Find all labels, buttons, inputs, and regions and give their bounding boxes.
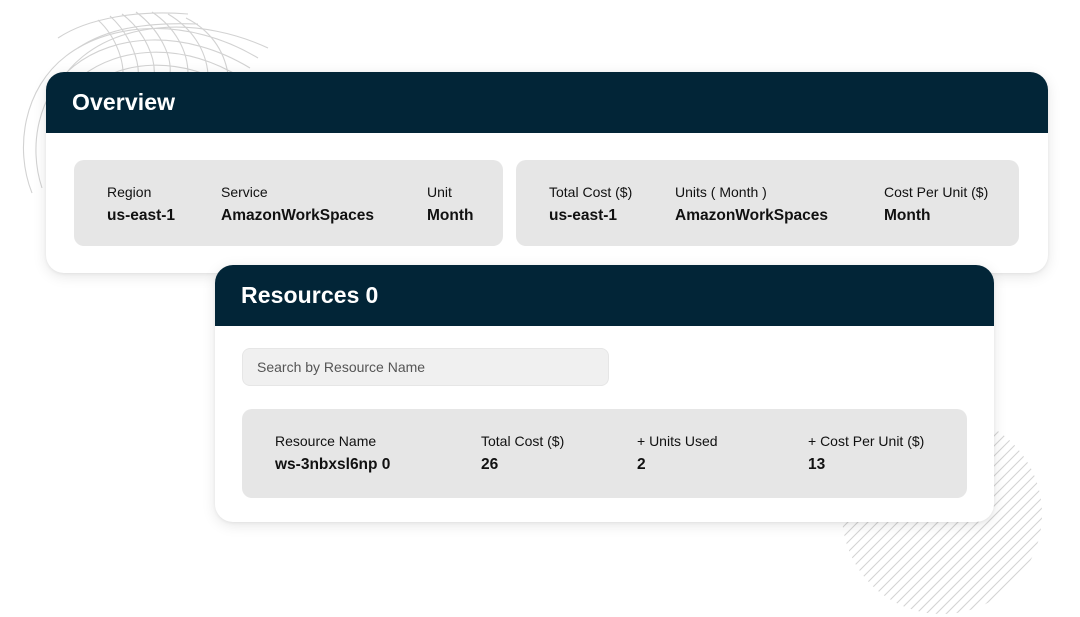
resource-name-label: Resource Name [275,433,377,449]
units-value: AmazonWorkSpaces [675,207,829,224]
overview-header: Overview [46,72,1048,133]
resource-total-cost-label: Total Cost ($) [481,433,565,449]
unit-value: Month [427,207,474,224]
overview-cost-panel: Total Cost ($) us-east-1 Units ( Month )… [516,160,1019,246]
units-used-field: + Units Used 2 [637,433,718,474]
total-cost-value: us-east-1 [549,207,618,224]
service-label: Service [221,184,268,200]
service-value: AmazonWorkSpaces [221,207,375,224]
resources-card: Resources0 Resource Name ws-3nbxsl6np 0 … [215,265,994,522]
resource-name-field: Resource Name ws-3nbxsl6np 0 [275,433,390,474]
cost-per-unit-value: Month [884,207,931,224]
overview-details-panel: Region us-east-1 Service AmazonWorkSpace… [74,160,503,246]
resources-count: 0 [365,282,379,308]
resource-cost-per-unit-value: 13 [808,456,826,473]
overview-card: Overview Region us-east-1 Service Amazon… [46,72,1048,273]
resources-header: Resources 0 [215,265,994,326]
resource-total-cost-field: Total Cost ($) 26 [481,433,564,474]
service-field: Service AmazonWorkSpaces [221,184,374,225]
total-cost-field: Total Cost ($) us-east-1 [549,184,632,225]
resource-cost-per-unit-label: + Cost Per Unit ($) [808,433,925,449]
resource-cost-per-unit-field: + Cost Per Unit ($) 13 [808,433,924,474]
resource-search-input[interactable] [242,348,609,386]
table-row[interactable]: Resource Name ws-3nbxsl6np 0 Total Cost … [242,409,967,498]
units-used-value: 2 [637,456,646,473]
page: Overview Region us-east-1 Service Amazon… [0,0,1080,617]
resource-total-cost-value: 26 [481,456,499,473]
unit-label: Unit [427,184,452,200]
cost-per-unit-field: Cost Per Unit ($) Month [884,184,988,225]
region-label: Region [107,184,152,200]
unit-field: Unit Month [427,184,473,225]
resources-title-text: Resources [241,282,360,308]
total-cost-label: Total Cost ($) [549,184,633,200]
region-field: Region us-east-1 [107,184,175,225]
resources-title: Resources 0 [241,282,378,309]
units-used-label: + Units Used [637,433,718,449]
resource-name-value: ws-3nbxsl6np 0 [275,456,391,473]
region-value: us-east-1 [107,207,176,224]
overview-title: Overview [72,89,176,115]
cost-per-unit-label: Cost Per Unit ($) [884,184,989,200]
units-label: Units ( Month ) [675,184,767,200]
units-field: Units ( Month ) AmazonWorkSpaces [675,184,828,225]
